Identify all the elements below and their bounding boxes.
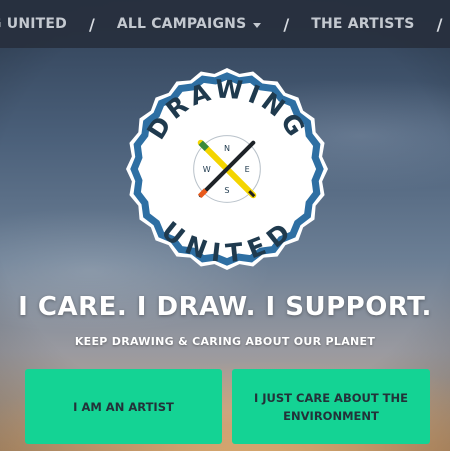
nav-separator: /	[283, 14, 290, 34]
hero-subheadline: KEEP DRAWING & CARING ABOUT OUR PLANET	[74, 335, 376, 348]
nav-item-all-campaigns[interactable]: ALL CAMPAIGNS	[117, 16, 262, 32]
nav-item-the-artists[interactable]: THE ARTISTS	[311, 16, 414, 32]
i-am-an-artist-button[interactable]: I AM AN ARTIST	[25, 369, 222, 444]
compass-north-label: N	[224, 143, 230, 153]
caret-down-icon	[253, 22, 262, 28]
nav-track: G UNITED / ALL CAMPAIGNS / THE ARTISTS /…	[0, 0, 450, 48]
drawing-united-logo[interactable]: DRAWING UNITED N E S W	[126, 68, 328, 270]
nav-item-label: THE ARTISTS	[311, 16, 415, 32]
compass-east-label: E	[245, 164, 250, 174]
nav-item-label: ALL CAMPAIGNS	[116, 16, 247, 32]
i-care-about-environment-button[interactable]: I JUST CARE ABOUT THE ENVIRONMENT	[232, 369, 430, 444]
top-navbar: G UNITED / ALL CAMPAIGNS / THE ARTISTS /…	[0, 0, 450, 48]
nav-separator: /	[89, 14, 95, 34]
nav-item-label: G UNITED	[0, 16, 67, 32]
compass-west-label: W	[203, 164, 211, 174]
hero-headline: I CARE. I DRAW. I SUPPORT.	[18, 292, 432, 322]
button-label: I AM AN ARTIST	[73, 399, 174, 414]
compass-south-label: S	[224, 185, 229, 195]
nav-item-drawing-united[interactable]: G UNITED	[0, 16, 67, 32]
nav-separator: /	[436, 14, 443, 34]
button-label: I JUST CARE ABOUT THE ENVIRONMENT	[253, 390, 409, 423]
